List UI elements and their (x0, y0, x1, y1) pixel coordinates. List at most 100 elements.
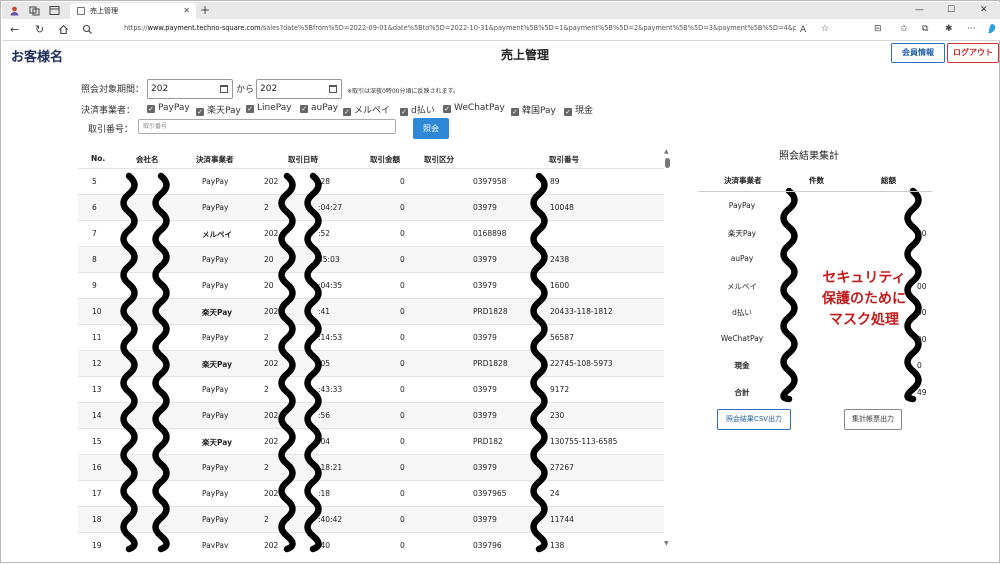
cell-no: 9 (92, 281, 97, 290)
summary-provider: メルペイ (727, 281, 757, 291)
checkbox-checked-icon[interactable]: ✓ (564, 108, 572, 116)
split-screen-icon[interactable]: ⊟ (874, 24, 882, 34)
cell-txn-id-start: PRD182 (473, 437, 503, 446)
copilot-icon[interactable] (986, 23, 997, 35)
cell-txn-id-end: 138 (550, 541, 565, 548)
summary-provider: 楽天Pay (727, 228, 757, 238)
checkbox-label: 楽天Pay (207, 106, 241, 116)
cell-datetime-start: 202 (264, 229, 279, 238)
date-from-input[interactable]: 202 (147, 79, 233, 99)
cell-no: 16 (92, 463, 102, 472)
checkbox-checked-icon[interactable]: ✓ (246, 105, 254, 113)
customer-name: お客様名 (11, 50, 64, 65)
table-row: 16 PayPay 2:18:21 0 03979 27267 (78, 454, 664, 480)
cell-datetime-start: 202 (264, 411, 279, 420)
provider-checkbox[interactable]: ✓ 楽天Pay (196, 103, 241, 116)
cell-txn-id-start: 03979 (473, 515, 497, 524)
read-aloud-icon[interactable]: Aʼ (800, 24, 808, 35)
transaction-no-label: 取引番号： (88, 125, 134, 135)
sales-table: No. 会社名 決済事業者 取引日時 取引金額 取引区分 取引番号 5 PayPa… (78, 148, 664, 548)
maximize-icon[interactable]: ☐ (947, 2, 955, 19)
home-icon[interactable] (58, 24, 69, 35)
checkbox-checked-icon[interactable]: ✓ (196, 108, 204, 116)
cell-amount: 0 (400, 385, 405, 394)
cell-amount: 0 (400, 463, 405, 472)
cell-datetime-start: 2 (264, 463, 269, 472)
extensions-icon[interactable]: ✱ (945, 24, 953, 34)
provider-checkbox[interactable]: ✓ 現金 (564, 103, 593, 116)
col-header-provider: 決済事業者 (196, 155, 234, 164)
provider-checkbox[interactable]: ✓ LinePay (246, 103, 292, 113)
cell-amount: 0 (400, 281, 405, 290)
calendar-icon[interactable] (220, 85, 228, 93)
more-icon[interactable]: ··· (967, 24, 976, 34)
cell-amount: 0 (400, 203, 405, 212)
new-tab-icon[interactable]: + (200, 2, 210, 18)
summary-title: 照会結果集計 (779, 151, 839, 162)
cell-provider: PayPay (202, 515, 229, 524)
close-icon[interactable]: ✕ (183, 3, 190, 19)
favorites-icon[interactable]: ✩ (900, 24, 908, 34)
date-to-input[interactable]: 202 (256, 79, 342, 99)
checkbox-checked-icon[interactable]: ✓ (300, 105, 308, 113)
checkbox-checked-icon[interactable]: ✓ (343, 108, 351, 116)
cell-datetime-start: 2 (264, 515, 269, 524)
search-icon[interactable] (82, 24, 93, 35)
provider-checkbox[interactable]: ✓ WeChatPay (443, 103, 505, 113)
scroll-up-icon[interactable]: ▲ (664, 148, 669, 155)
tab-title: 売上管理 (90, 7, 118, 15)
transaction-no-input[interactable]: 取引番号 (138, 119, 396, 134)
cell-no: 12 (92, 359, 102, 368)
provider-checkbox[interactable]: ✓ PayPay (147, 103, 190, 113)
summary-provider: PayPay (728, 201, 756, 210)
cell-datetime-end: :04:27 (318, 203, 343, 212)
refresh-icon[interactable]: ↻ (35, 23, 44, 37)
csv-export-button[interactable]: 照会結果CSV出力 (717, 409, 791, 430)
table-scrollbar[interactable]: ▲ ▼ (664, 148, 672, 548)
cell-txn-id-end: 130755-113-6585 (550, 437, 618, 446)
window-close-icon[interactable]: ✕ (980, 2, 988, 19)
cell-no: 15 (92, 437, 102, 446)
checkbox-checked-icon[interactable]: ✓ (147, 105, 155, 113)
cell-provider: PayPay (202, 541, 229, 548)
provider-checkbox[interactable]: ✓ auPay (300, 103, 338, 113)
cell-datetime-start: 2 (264, 385, 269, 394)
cell-no: 6 (92, 203, 97, 212)
search-button[interactable]: 照会 (413, 118, 449, 139)
cell-no: 10 (92, 307, 102, 316)
collections-icon[interactable]: ⧉ (922, 24, 928, 34)
provider-checkbox[interactable]: ✓ メルペイ (343, 103, 390, 116)
cell-amount: 0 (400, 255, 405, 264)
tab-actions-icon[interactable] (49, 5, 60, 16)
summary-divider (698, 191, 932, 192)
summary-col-count: 件数 (809, 176, 824, 185)
back-icon[interactable]: ← (10, 23, 19, 37)
cell-txn-id-end: 89 (550, 177, 560, 186)
scroll-down-icon[interactable]: ▼ (664, 540, 669, 547)
minimize-icon[interactable]: — (915, 2, 924, 19)
scroll-thumb[interactable] (665, 158, 670, 168)
checkbox-label: auPay (311, 103, 339, 113)
cell-amount: 0 (400, 541, 405, 548)
table-row: 9 PayPay 20:04:35 0 03979 1600 (78, 272, 664, 298)
report-output-button[interactable]: 集計帳票出力 (844, 409, 902, 430)
workspaces-icon[interactable] (29, 5, 40, 16)
table-row: 6 PayPay 2:04:27 0 03979 10048 (78, 194, 664, 220)
favorite-star-icon[interactable]: ☆ (821, 24, 829, 34)
provider-checkbox[interactable]: ✓ 韓国Pay (511, 103, 556, 116)
tab-active[interactable]: 売上管理 ✕ (70, 3, 196, 19)
checkbox-checked-icon[interactable]: ✓ (443, 105, 451, 113)
calendar-icon[interactable] (329, 85, 337, 93)
cell-provider: PayPay (202, 177, 229, 186)
checkbox-checked-icon[interactable]: ✓ (400, 108, 408, 116)
provider-checkbox[interactable]: ✓ d払い (400, 103, 435, 116)
browser-window: 売上管理 ✕ + — ☐ ✕ ← ↻ https://www.payment.t… (0, 0, 1000, 563)
profile-icon[interactable] (9, 5, 20, 16)
checkbox-checked-icon[interactable]: ✓ (511, 108, 519, 116)
cell-txn-id-start: 0168898 (473, 229, 507, 238)
member-info-button[interactable]: 会員情報 (891, 43, 945, 63)
url-field[interactable]: https://www.payment.techno-square.com/sa… (124, 24, 796, 32)
cell-datetime-start: 2 (264, 203, 269, 212)
logout-button[interactable]: ログアウト (947, 43, 999, 63)
summary-provider: auPay (730, 254, 754, 263)
